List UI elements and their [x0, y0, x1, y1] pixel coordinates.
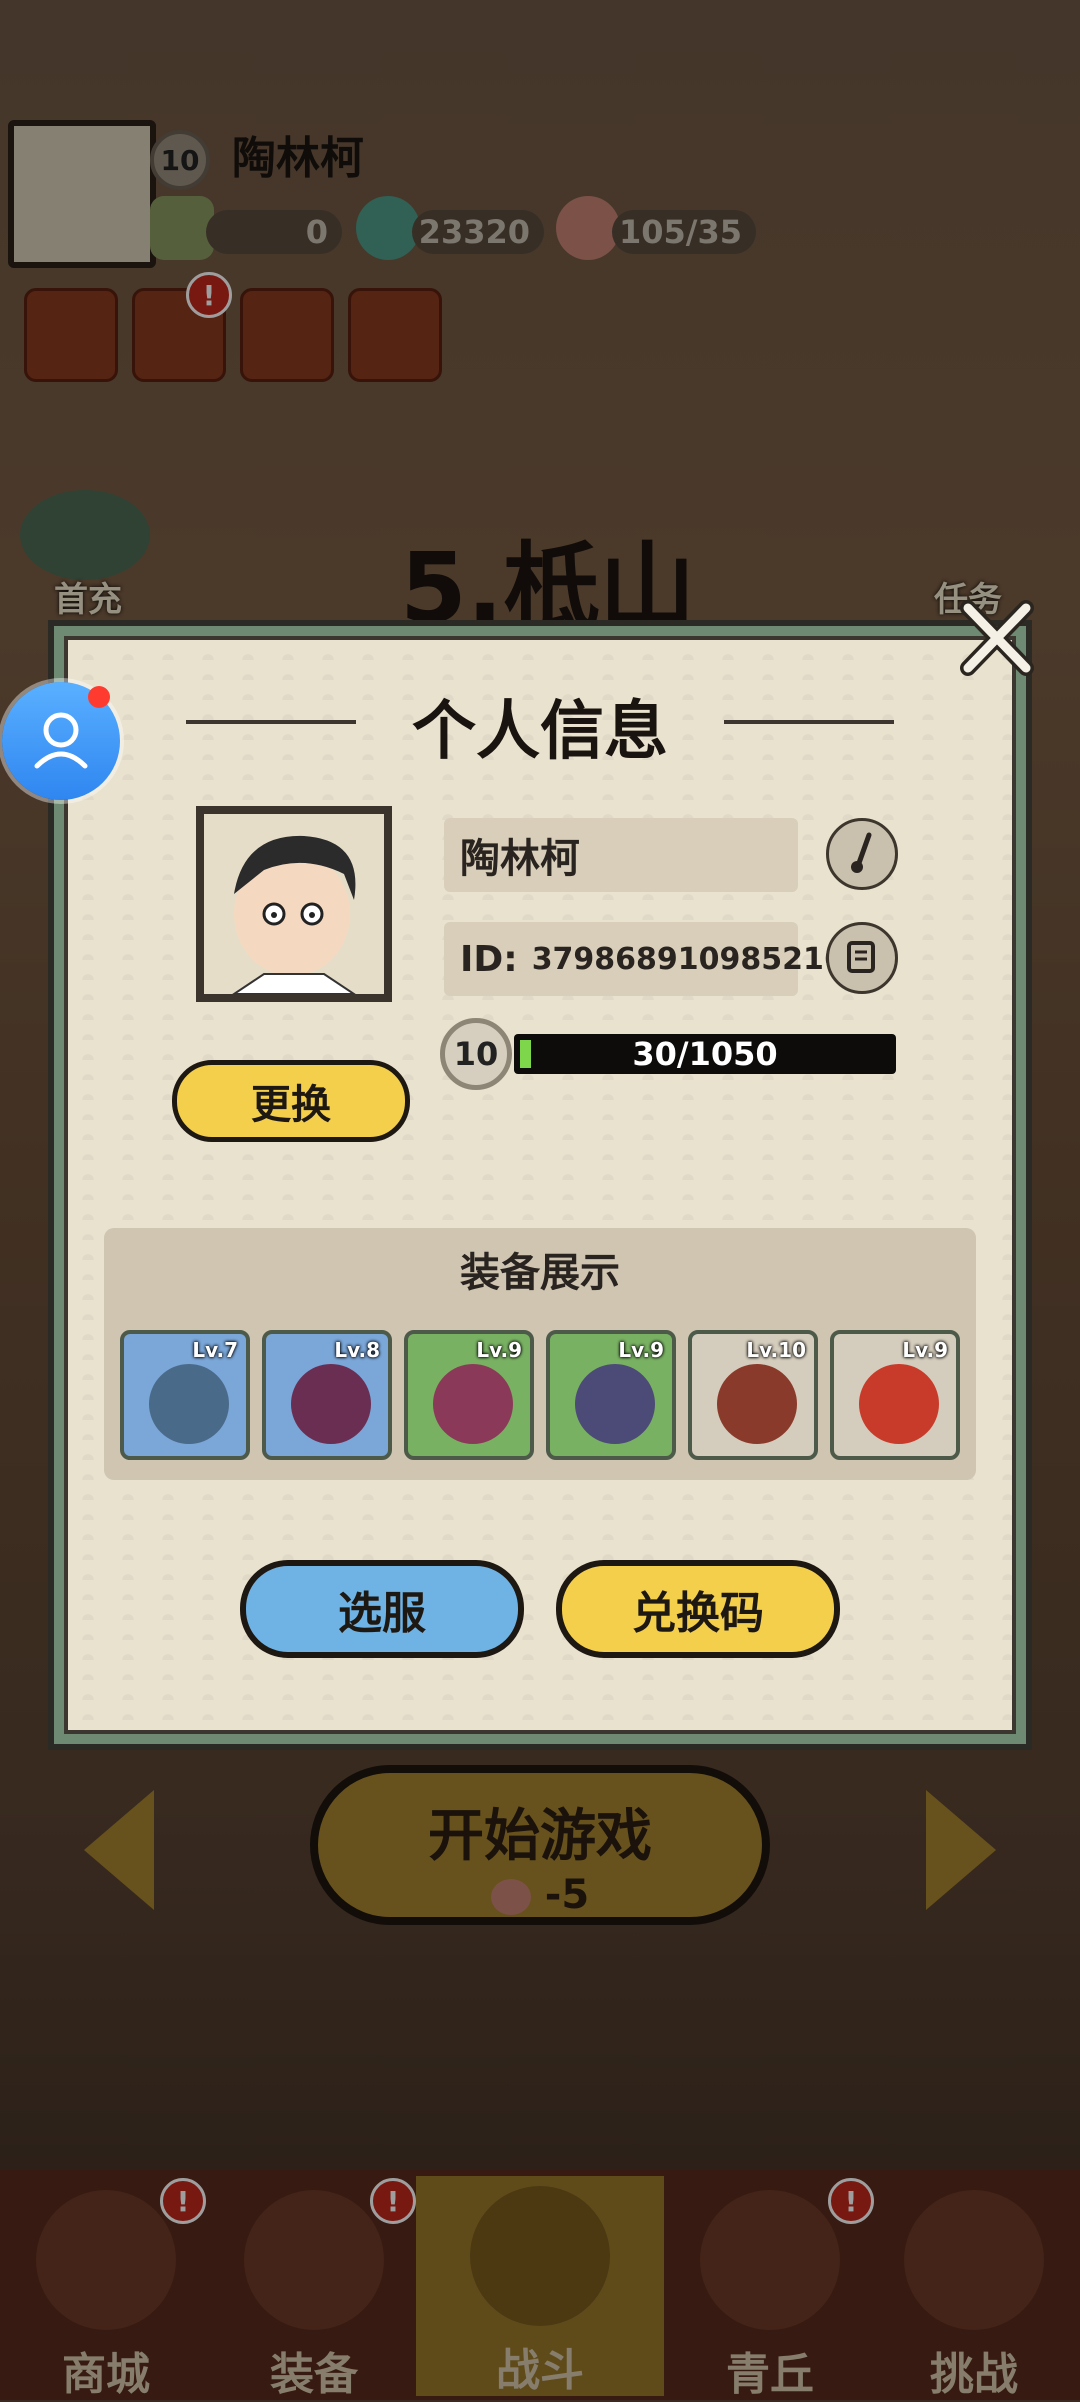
character-portrait	[204, 814, 384, 995]
belt-icon	[575, 1364, 655, 1444]
id-value: 379868910985216	[531, 941, 845, 977]
profile-id-field: ID: 379868910985216	[444, 922, 845, 996]
dialog-title: 个人信息	[412, 695, 668, 769]
boots-icon	[717, 1364, 797, 1444]
profile-level-badge: 10	[440, 1018, 512, 1090]
xp-text: 30/1050	[632, 1035, 778, 1073]
equipment-level: Lv.10	[746, 1338, 806, 1362]
equipment-slot[interactable]: Lv.7	[120, 1330, 250, 1460]
notification-dot	[88, 686, 110, 708]
armor-icon	[291, 1364, 371, 1444]
edit-name-button[interactable]	[826, 818, 898, 890]
equipment-level: Lv.8	[334, 1338, 380, 1362]
equipment-slot[interactable]: Lv.9	[546, 1330, 676, 1460]
id-label: ID:	[460, 938, 518, 980]
equipment-level: Lv.9	[902, 1338, 948, 1362]
copy-icon	[847, 941, 875, 973]
profile-avatar	[196, 806, 392, 1002]
profile-name-field: 陶林柯	[444, 818, 798, 892]
redeem-code-button[interactable]: 兑换码	[556, 1560, 840, 1658]
select-server-button[interactable]: 选服	[240, 1560, 524, 1658]
equipment-title: 装备展示	[460, 1250, 620, 1296]
horn-icon	[433, 1364, 513, 1444]
equipment-slot[interactable]: Lv.9	[830, 1330, 960, 1460]
equipment-level: Lv.7	[192, 1338, 238, 1362]
change-avatar-button[interactable]: 更换	[172, 1060, 410, 1142]
equipment-slot[interactable]: Lv.8	[262, 1330, 392, 1460]
equipment-slot[interactable]: Lv.10	[688, 1330, 818, 1460]
close-icon[interactable]	[956, 598, 1038, 680]
equipment-slot[interactable]: Lv.9	[404, 1330, 534, 1460]
orb-icon	[859, 1364, 939, 1444]
profile-dialog	[64, 636, 1016, 1734]
floating-user-button[interactable]	[2, 682, 120, 800]
equipment-level: Lv.9	[618, 1338, 664, 1362]
brush-icon	[851, 832, 872, 873]
xp-bar: 30/1050	[514, 1034, 896, 1074]
equipment-level: Lv.9	[476, 1338, 522, 1362]
copy-id-button[interactable]	[826, 922, 898, 994]
bow-icon	[149, 1364, 229, 1444]
